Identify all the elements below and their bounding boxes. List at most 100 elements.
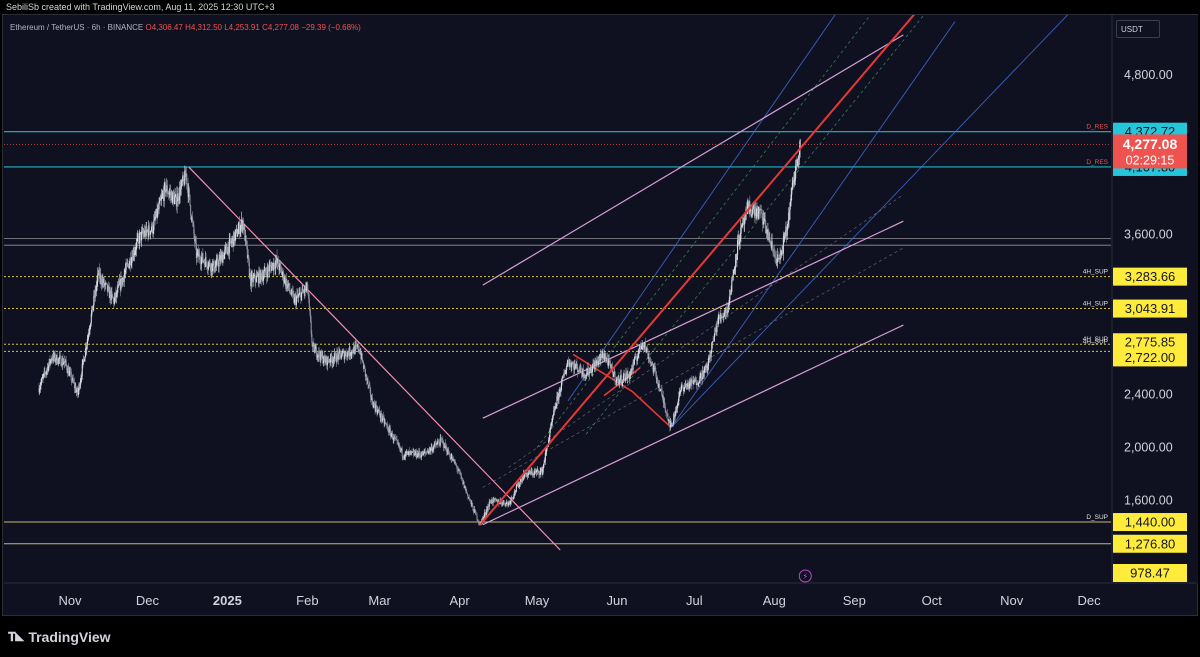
tradingview-mark-icon: 𝐓◣ <box>8 629 24 644</box>
x-tick-label: Aug <box>763 593 786 608</box>
candle-body <box>588 372 590 375</box>
candle-body <box>633 358 635 365</box>
candle-body <box>524 474 526 478</box>
x-tick-label: Apr <box>449 593 470 608</box>
events-lightning-glyph: ⚡ <box>802 572 808 581</box>
candle-body <box>202 253 204 262</box>
x-tick-label: Jun <box>606 593 627 608</box>
x-tick-label: May <box>525 593 550 608</box>
candle-body <box>760 208 762 210</box>
bottom-bar <box>0 617 1200 657</box>
candle-body <box>716 323 718 333</box>
level-tag: D_RES <box>1086 124 1108 131</box>
candle-body <box>543 462 545 465</box>
symbol-legend[interactable]: Ethereum / TetherUS · 6h · BINANCE O4,30… <box>10 23 361 32</box>
level-tag: 4H_SUP <box>1083 301 1108 308</box>
candle-body <box>268 265 270 272</box>
ohlc-close: C4,277.08 <box>262 23 299 32</box>
candle-body <box>730 292 732 295</box>
candle-body <box>357 344 359 351</box>
symbol-name: Ethereum / TetherUS · 6h · BINANCE <box>10 23 144 32</box>
brand-label: TradingView <box>28 629 111 645</box>
candle-body <box>364 365 366 369</box>
price-label-text: 2,722.00 <box>1125 350 1176 365</box>
candle-body <box>189 194 191 206</box>
candle-body <box>148 225 150 233</box>
median-dashed-line <box>536 15 871 448</box>
channel-line <box>482 324 904 526</box>
candle-body <box>213 261 215 272</box>
x-tick-label: Nov <box>1000 593 1024 608</box>
candle-body <box>466 490 468 493</box>
ohlc-low: L4,253.91 <box>224 23 260 32</box>
candle-body <box>86 338 88 345</box>
x-tick-label: Dec <box>1078 593 1102 608</box>
candle-body <box>426 452 428 454</box>
level-tag: 4H_SUP <box>1083 338 1108 345</box>
candle-body <box>657 378 659 384</box>
candle-body <box>301 292 303 301</box>
candle-body <box>226 246 228 252</box>
candle-body <box>308 298 310 307</box>
candle-body <box>218 259 220 267</box>
candle-body <box>460 475 463 479</box>
candle-body <box>475 510 477 515</box>
candle-body <box>345 352 347 356</box>
candle-body <box>732 274 734 281</box>
x-tick-label: 2025 <box>213 593 242 608</box>
candle-body <box>314 348 316 353</box>
candle-body <box>613 374 615 377</box>
level-tag: 4H_SUP <box>1083 269 1108 276</box>
candle-body <box>41 378 43 383</box>
candle-body <box>466 492 468 495</box>
price-chart[interactable]: ⚡ 4,800.00 3,600.00 2,400.00 2,000.00 1,600.0… <box>0 0 1200 657</box>
mid-dashed-line <box>508 194 904 468</box>
candle-body <box>608 359 610 361</box>
level-tag: D_RES <box>1086 159 1108 166</box>
price-label-text: 3,043.91 <box>1125 301 1176 316</box>
candle-body <box>552 415 554 419</box>
candle-body <box>339 350 341 355</box>
candle-body <box>125 263 127 270</box>
current-price-text: 4,277.08 <box>1123 136 1178 152</box>
x-tick-label: Mar <box>368 593 391 608</box>
candle-body <box>367 379 369 385</box>
candle-body <box>153 220 155 231</box>
y-tick-label: 3,600.00 <box>1124 228 1173 242</box>
countdown-text: 02:29:15 <box>1126 153 1175 167</box>
price-label-text: 1,276.80 <box>1125 536 1176 551</box>
price-label-text: 2,775.85 <box>1125 335 1176 350</box>
price-label-text: 1,440.00 <box>1125 515 1176 530</box>
candle-body <box>128 263 130 269</box>
y-tick-label: 2,000.00 <box>1124 441 1173 455</box>
candle-body <box>571 363 573 368</box>
candle-body <box>401 448 403 457</box>
plot-layer <box>4 15 1111 551</box>
channel-line <box>482 34 904 286</box>
tradingview-logo[interactable]: 𝐓◣ TradingView <box>8 629 111 645</box>
ohlc-high: H4,312.50 <box>185 23 222 32</box>
candle-body <box>751 208 753 215</box>
candle-body <box>237 234 239 237</box>
y-tick-label: 1,600.00 <box>1124 494 1173 508</box>
y-tick-label: 2,400.00 <box>1124 387 1173 401</box>
price-label-text: 3,283.66 <box>1125 269 1176 284</box>
level-tag: D_SUP <box>1086 514 1108 521</box>
candle-body <box>614 371 616 382</box>
x-tick-label: Oct <box>922 593 943 608</box>
candle-body <box>263 271 265 277</box>
candle-body <box>186 173 188 185</box>
currency-button[interactable]: USDT <box>1116 20 1160 38</box>
pitchfork-line <box>670 15 1069 428</box>
candle-body <box>503 500 505 504</box>
candle-body <box>476 514 478 520</box>
pitchfork-line <box>670 21 956 428</box>
candle-body <box>655 368 657 372</box>
candle-body <box>158 203 160 210</box>
x-tick-label: Feb <box>296 593 318 608</box>
ohlc-open: O4,306.47 <box>145 23 183 32</box>
candle-body <box>188 188 190 195</box>
candle-body <box>63 362 65 364</box>
candle-body <box>121 278 123 285</box>
candle-body <box>176 201 178 207</box>
